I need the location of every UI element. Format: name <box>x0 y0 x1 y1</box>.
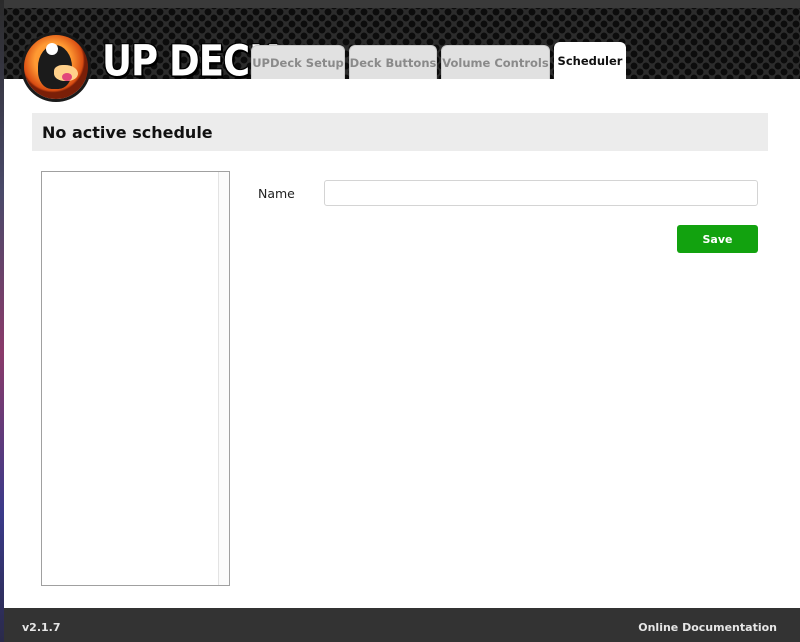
save-button[interactable]: Save <box>677 225 758 253</box>
tab-deck-buttons[interactable]: Deck Buttons <box>349 45 437 79</box>
online-documentation-link[interactable]: Online Documentation <box>638 621 777 634</box>
tab-scheduler[interactable]: Scheduler <box>554 42 626 79</box>
tab-updeck-setup[interactable]: UPDeck Setup <box>251 45 345 79</box>
name-input[interactable] <box>324 180 758 206</box>
updeck-logo-icon <box>24 35 88 99</box>
logo-bird-tongue <box>62 73 72 81</box>
tab-volume-controls[interactable]: Volume Controls <box>441 45 550 79</box>
header-top-edge <box>4 0 800 8</box>
version-label: v2.1.7 <box>22 621 61 634</box>
schedule-title-bar: No active schedule <box>32 113 768 151</box>
app-window: UP DECK UPDeck Setup Deck Buttons Volume… <box>4 0 800 642</box>
schedule-list[interactable] <box>41 171 230 586</box>
name-label: Name <box>258 186 295 201</box>
app-footer: v2.1.7 Online Documentation <box>4 608 800 642</box>
schedule-list-scrollbar[interactable] <box>218 172 229 585</box>
page-title: No active schedule <box>42 123 213 142</box>
logo-bird-eye <box>46 43 58 55</box>
app-header: UP DECK UPDeck Setup Deck Buttons Volume… <box>4 0 800 99</box>
